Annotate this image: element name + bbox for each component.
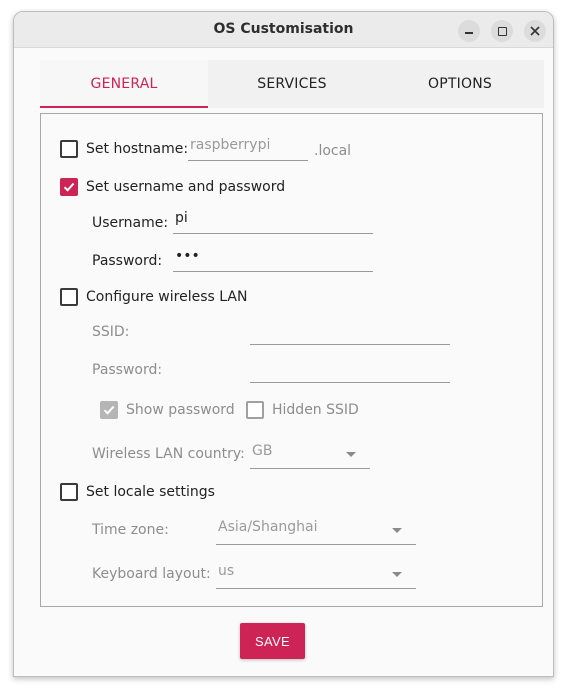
show-password-label: Show password [126,402,235,418]
os-customisation-dialog: OS Customisation GENERAL SERVICES OPTION… [13,11,554,677]
keyboard-layout-select[interactable]: us [216,559,416,589]
ssid-input[interactable] [250,319,450,345]
hostname-checkbox[interactable] [60,140,78,158]
hostname-suffix: .local [314,143,352,159]
wireless-label: Configure wireless LAN [86,289,248,305]
close-icon [530,26,540,36]
general-settings-panel: Set hostname: raspberrypi .local Set use… [40,113,543,607]
password-label: Password: [92,253,163,269]
hidden-ssid-label: Hidden SSID [272,402,359,418]
username-input[interactable]: pi [173,208,373,234]
hidden-ssid-checkbox[interactable] [246,401,264,419]
timezone-select[interactable]: Asia/Shanghai [216,515,416,545]
ssid-label: SSID: [92,324,130,340]
wireless-checkbox[interactable] [60,288,78,306]
tab-bar: GENERAL SERVICES OPTIONS [40,60,544,108]
keyboard-layout-label: Keyboard layout: [92,566,211,582]
hostname-input[interactable]: raspberrypi [188,135,308,161]
maximize-icon [497,26,507,36]
password-input[interactable]: ••• [173,246,373,272]
checkmark-icon [103,405,115,415]
wlan-country-label: Wireless LAN country: [92,446,245,462]
locale-checkbox[interactable] [60,483,78,501]
timezone-label: Time zone: [92,522,169,538]
wlan-country-select[interactable]: GB [250,439,370,469]
checkmark-icon [63,182,75,192]
user-label: Set username and password [86,179,286,195]
show-password-checkbox[interactable] [100,401,118,419]
timezone-value: Asia/Shanghai [218,519,318,535]
user-checkbox[interactable] [60,178,78,196]
wifi-password-label: Password: [92,362,163,378]
keyboard-layout-value: us [218,563,235,579]
chevron-down-icon [392,528,402,533]
close-button[interactable] [524,20,546,42]
locale-label: Set locale settings [86,484,215,500]
chevron-down-icon [392,572,402,577]
minimize-icon [465,32,473,34]
username-label: Username: [92,215,169,231]
wlan-country-value: GB [252,443,273,459]
tab-general[interactable]: GENERAL [40,60,208,108]
minimize-button[interactable] [458,20,480,42]
title-bar: OS Customisation [14,12,553,48]
tab-services[interactable]: SERVICES [208,60,376,108]
save-button[interactable]: SAVE [240,623,305,659]
chevron-down-icon [346,452,356,457]
wifi-password-input[interactable] [250,357,450,383]
maximize-button[interactable] [491,20,513,42]
hostname-label: Set hostname: [86,141,189,157]
tab-options[interactable]: OPTIONS [376,60,544,108]
